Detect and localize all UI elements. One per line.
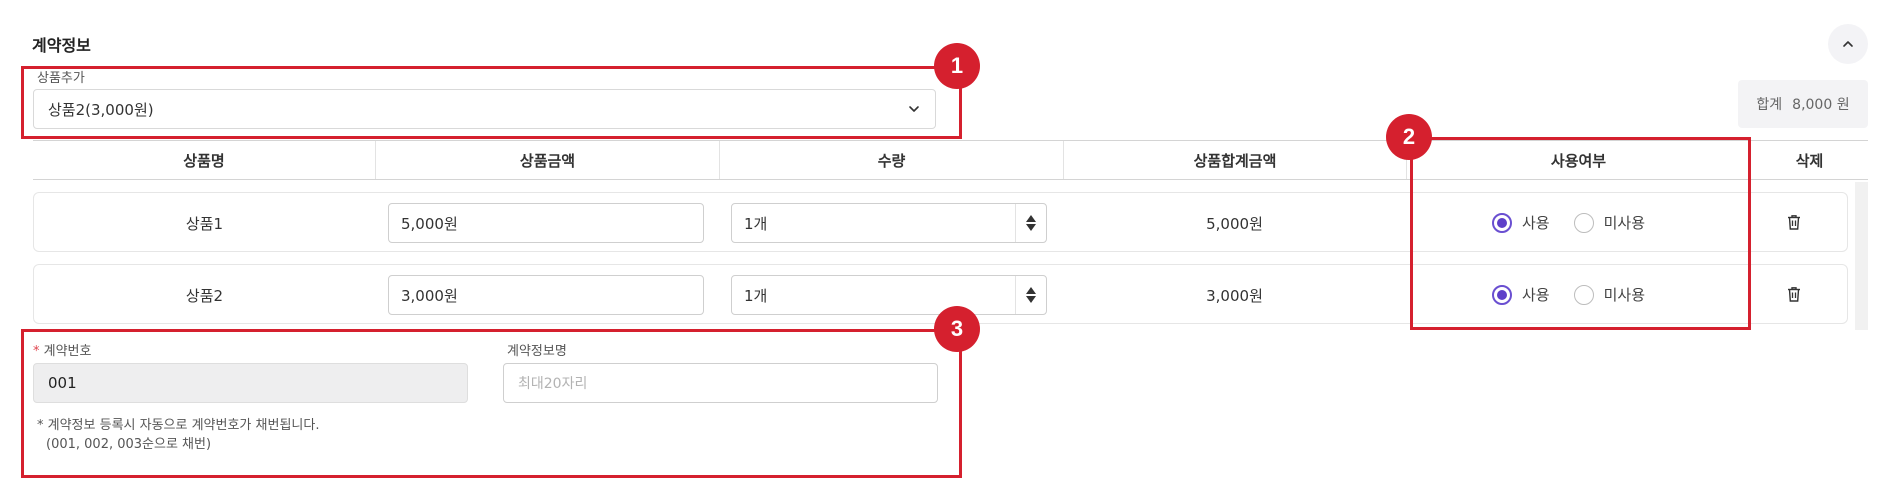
caret-down-icon[interactable] (1026, 224, 1036, 231)
annotation-badge-1: 1 (934, 43, 980, 89)
header-delete: 삭제 (1795, 151, 1824, 170)
total-value: 8,000 원 (1792, 97, 1850, 113)
price-input[interactable]: 3,000원 (388, 275, 704, 315)
caret-up-icon[interactable] (1026, 287, 1036, 294)
header-quantity: 수량 (720, 141, 1064, 179)
quantity-value: 1개 (744, 286, 768, 305)
delete-button[interactable] (1785, 285, 1803, 307)
caret-up-icon[interactable] (1026, 215, 1036, 222)
collapse-button[interactable] (1828, 24, 1868, 64)
chevron-up-icon (1843, 41, 1853, 47)
section-title: 계약정보 (32, 36, 91, 55)
price-input[interactable]: 5,000원 (388, 203, 704, 243)
row-subtotal: 5,000원 (1206, 215, 1263, 233)
quantity-stepper[interactable]: 1개 (731, 203, 1047, 243)
total-box: 합계 8,000 원 (1738, 80, 1868, 128)
highlight-box-3 (21, 329, 962, 478)
header-product-name: 상품명 (33, 141, 376, 179)
caret-down-icon[interactable] (1026, 296, 1036, 303)
table-scrollbar[interactable] (1855, 182, 1868, 330)
quantity-value: 1개 (744, 214, 768, 233)
row-product-name: 상품1 (185, 215, 224, 233)
total-label: 합계 (1756, 97, 1783, 113)
stepper-buttons[interactable] (1015, 204, 1046, 242)
header-subtotal: 상품합계금액 (1064, 141, 1407, 179)
highlight-box-2 (1410, 137, 1751, 330)
delete-button[interactable] (1785, 213, 1803, 235)
annotation-badge-2: 2 (1386, 114, 1432, 160)
row-subtotal: 3,000원 (1206, 287, 1263, 305)
annotation-badge-3: 3 (934, 306, 980, 352)
trash-icon (1788, 215, 1800, 230)
row-product-name: 상품2 (185, 287, 224, 305)
header-product-price: 상품금액 (376, 141, 720, 179)
stepper-buttons[interactable] (1015, 276, 1046, 314)
highlight-box-1 (21, 66, 962, 139)
quantity-stepper[interactable]: 1개 (731, 275, 1047, 315)
trash-icon (1788, 287, 1800, 302)
